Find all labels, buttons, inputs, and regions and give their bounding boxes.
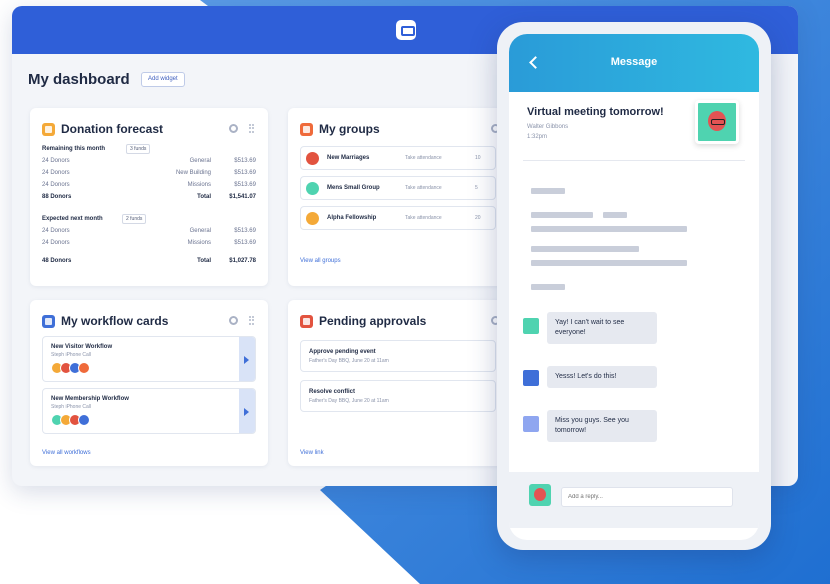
text-placeholder xyxy=(603,212,627,218)
view-link[interactable]: View link xyxy=(300,450,324,456)
workflow-subtitle: Steph iPhone Call xyxy=(51,404,92,410)
workflow-title: New Membership Workflow xyxy=(51,396,129,402)
take-attendance-link[interactable]: Take attendance xyxy=(405,215,442,221)
workflow-icon xyxy=(42,315,55,328)
card-title: My groups xyxy=(319,122,380,136)
forecast-row: 24 Donors New Building $513.69 xyxy=(42,170,256,176)
view-all-workflows-link[interactable]: View all workflows xyxy=(42,450,91,456)
message-time: 1:32pm xyxy=(527,134,548,140)
reply-bar xyxy=(509,472,759,528)
section-label: Remaining this month xyxy=(42,146,105,152)
donation-icon xyxy=(42,123,55,136)
group-avatar xyxy=(306,152,319,165)
group-item[interactable]: New Marriages Take attendance 10 xyxy=(300,146,496,170)
app-logo[interactable] xyxy=(396,20,416,40)
drag-handle-icon[interactable] xyxy=(249,124,254,133)
funds-badge: 3 funds xyxy=(126,144,151,154)
card-title: Donation forecast xyxy=(61,122,164,136)
avatar xyxy=(523,416,539,432)
approval-item[interactable]: Approve pending event Father's Day BBQ, … xyxy=(300,340,496,372)
avatar xyxy=(78,414,90,426)
gear-icon[interactable] xyxy=(229,124,238,133)
avatar xyxy=(78,362,90,374)
section-label: Expected next month xyxy=(42,216,103,222)
author-avatar xyxy=(695,100,739,144)
workflow-item[interactable]: New Visitor Workflow Steph iPhone Call xyxy=(42,336,256,382)
workflow-cards-card: My workflow cards New Visitor Workflow S… xyxy=(30,300,268,466)
group-name: Alpha Fellowship xyxy=(327,215,377,221)
forecast-row: 24 Donors General $513.69 xyxy=(42,158,256,164)
chevron-right-icon[interactable] xyxy=(239,337,255,381)
avatar-stack xyxy=(51,414,131,426)
header-title: Message xyxy=(610,56,658,68)
phone-screen: Message Virtual meeting tomorrow! Walter… xyxy=(509,34,759,540)
phone-mockup: Message Virtual meeting tomorrow! Walter… xyxy=(497,22,771,550)
funds-badge: 2 funds xyxy=(122,214,147,224)
workflow-subtitle: Steph iPhone Call xyxy=(51,352,92,358)
group-name: Mens Small Group xyxy=(327,185,380,191)
avatar xyxy=(529,484,551,506)
text-placeholder xyxy=(531,188,565,194)
forecast-row: 24 Donors Missions $513.69 xyxy=(42,240,256,246)
drag-handle-icon[interactable] xyxy=(249,316,254,325)
pending-approvals-card: Pending approvals Approve pending event … xyxy=(288,300,518,466)
group-avatar xyxy=(306,182,319,195)
divider xyxy=(523,160,745,161)
message-title: Virtual meeting tomorrow! xyxy=(527,106,664,118)
workflow-item[interactable]: New Membership Workflow Steph iPhone Cal… xyxy=(42,388,256,434)
page-title: My dashboard xyxy=(28,71,130,88)
approval-title: Resolve conflict xyxy=(309,389,356,395)
avatar-stack xyxy=(51,362,131,374)
text-placeholder xyxy=(531,260,687,266)
gear-icon[interactable] xyxy=(229,316,238,325)
approvals-icon xyxy=(300,315,313,328)
groups-icon xyxy=(300,123,313,136)
text-placeholder xyxy=(531,226,687,232)
group-name: New Marriages xyxy=(327,155,370,161)
group-item[interactable]: Mens Small Group Take attendance 5 xyxy=(300,176,496,200)
forecast-row: 24 Donors General $513.69 xyxy=(42,228,256,234)
forecast-row: 24 Donors Missions $513.69 xyxy=(42,182,256,188)
text-placeholder xyxy=(531,212,593,218)
avatar xyxy=(523,318,539,334)
chat-bubble: Miss you guys. See you tomorrow! xyxy=(547,410,657,442)
member-count: 5 xyxy=(475,185,478,191)
my-groups-card: My groups New Marriages Take attendance … xyxy=(288,108,518,286)
group-item[interactable]: Alpha Fellowship Take attendance 20 xyxy=(300,206,496,230)
add-widget-button[interactable]: Add widget xyxy=(141,72,185,87)
member-count: 10 xyxy=(475,155,481,161)
approval-title: Approve pending event xyxy=(309,349,376,355)
take-attendance-link[interactable]: Take attendance xyxy=(405,185,442,191)
reply-input[interactable] xyxy=(561,487,733,507)
forecast-total-row: 88 Donors Total $1,541.07 xyxy=(42,194,256,200)
take-attendance-link[interactable]: Take attendance xyxy=(405,155,442,161)
approval-item[interactable]: Resolve conflict Father's Day BBQ, June … xyxy=(300,380,496,412)
chat-bubble: Yay! I can't wait to see everyone! xyxy=(547,312,657,344)
chat-bubble: Yesss! Let's do this! xyxy=(547,366,657,388)
approval-subtitle: Father's Day BBQ, June 20 at 11am xyxy=(309,398,389,404)
view-all-groups-link[interactable]: View all groups xyxy=(300,258,341,264)
message-header: Message xyxy=(509,34,759,92)
forecast-total-row: 48 Donors Total $1,027.78 xyxy=(42,258,256,264)
card-title: Pending approvals xyxy=(319,314,427,328)
approval-subtitle: Father's Day BBQ, June 20 at 11am xyxy=(309,358,389,364)
card-title: My workflow cards xyxy=(61,314,169,328)
text-placeholder xyxy=(531,284,565,290)
group-avatar xyxy=(306,212,319,225)
chevron-right-icon[interactable] xyxy=(239,389,255,433)
text-placeholder xyxy=(531,246,639,252)
message-author: Walter Gibbons xyxy=(527,124,569,130)
avatar-face xyxy=(708,111,726,131)
member-count: 20 xyxy=(475,215,481,221)
avatar xyxy=(523,370,539,386)
workflow-title: New Visitor Workflow xyxy=(51,344,113,350)
donation-forecast-card: Donation forecast Remaining this month 3… xyxy=(30,108,268,286)
